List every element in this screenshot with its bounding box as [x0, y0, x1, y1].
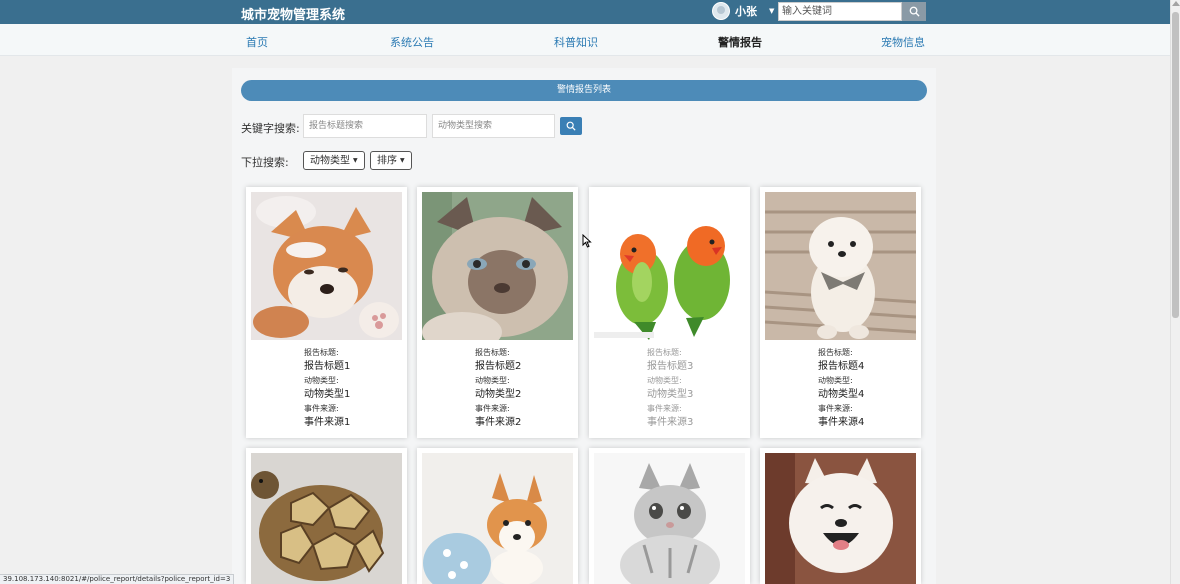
nav-pet-info[interactable]: 宠物信息 [881, 34, 925, 50]
search-button[interactable] [902, 2, 926, 21]
source-label: 事件来源: [647, 404, 682, 413]
keyword-search-label: 关键字搜索: [241, 122, 300, 135]
search-icon [909, 6, 920, 17]
pet-photo[interactable] [422, 192, 573, 340]
pet-photo[interactable] [251, 453, 402, 584]
pet-photo[interactable] [594, 192, 745, 340]
global-search [778, 2, 926, 21]
chevron-down-icon: ▼ [353, 157, 358, 164]
search-input[interactable] [778, 2, 902, 21]
source-label: 事件来源: [304, 404, 339, 413]
animal-type: 动物类型4 [818, 389, 865, 400]
pet-photo[interactable] [594, 453, 745, 584]
animal-type: 动物类型2 [475, 389, 522, 400]
report-title: 报告标题1 [304, 361, 351, 372]
user-name[interactable]: 小张 [735, 3, 757, 19]
source-label: 事件来源: [818, 404, 853, 413]
title-label: 报告标题: [647, 348, 682, 357]
kitten-image [594, 453, 745, 584]
chevron-down-icon: ▼ [400, 157, 405, 164]
report-title: 报告标题3 [647, 361, 694, 372]
mouse-cursor-icon [582, 234, 592, 248]
main-nav: 首页 系统公告 科普知识 警情报告 宠物信息 [0, 24, 1170, 56]
title-label: 报告标题: [475, 348, 510, 357]
report-card[interactable] [589, 448, 750, 584]
report-title: 报告标题2 [475, 361, 522, 372]
search-icon [566, 121, 576, 131]
report-card[interactable] [760, 448, 921, 584]
card-info: 报告标题: 报告标题3 动物类型: 动物类型3 事件来源: 事件来源3 [647, 347, 747, 431]
type-label: 动物类型: [818, 376, 853, 385]
corgi-puppy-image [422, 453, 573, 584]
source-label: 事件来源: [475, 404, 510, 413]
app-title: 城市宠物管理系统 [241, 8, 346, 23]
nav-home[interactable]: 首页 [246, 34, 268, 50]
samoyed-dog-image [765, 453, 916, 584]
avatar[interactable] [712, 2, 730, 20]
report-card[interactable]: 报告标题: 报告标题1 动物类型: 动物类型1 事件来源: 事件来源1 [246, 187, 407, 438]
animal-type: 动物类型1 [304, 389, 351, 400]
card-info: 报告标题: 报告标题2 动物类型: 动物类型2 事件来源: 事件来源2 [475, 347, 575, 431]
lovebird-parrots-image [594, 192, 745, 340]
pomeranian-dog-image [765, 192, 916, 340]
pet-photo[interactable] [422, 453, 573, 584]
event-source: 事件来源1 [304, 417, 351, 428]
type-label: 动物类型: [475, 376, 510, 385]
event-source: 事件来源2 [475, 417, 522, 428]
pet-photo[interactable] [765, 453, 916, 584]
status-bar-url: 39.108.173.140:8021/#/police_report/deta… [0, 574, 235, 584]
type-label: 动物类型: [304, 376, 339, 385]
event-source: 事件来源3 [647, 417, 694, 428]
type-search-input[interactable] [432, 114, 555, 138]
card-info: 报告标题: 报告标题4 动物类型: 动物类型4 事件来源: 事件来源4 [818, 347, 918, 431]
pet-photo[interactable] [251, 192, 402, 340]
chevron-down-icon[interactable]: ▼ [769, 7, 774, 15]
nav-announcements[interactable]: 系统公告 [390, 34, 434, 50]
event-source: 事件来源4 [818, 417, 865, 428]
top-bar: 城市宠物管理系统 小张 ▼ [0, 0, 1170, 24]
nav-science[interactable]: 科普知识 [554, 34, 598, 50]
report-card[interactable] [417, 448, 578, 584]
report-card[interactable]: 报告标题: 报告标题4 动物类型: 动物类型4 事件来源: 事件来源4 [760, 187, 921, 438]
animal-type: 动物类型3 [647, 389, 694, 400]
animal-type-dropdown[interactable]: 动物类型 ▼ [303, 151, 365, 170]
animal-type-dropdown-label: 动物类型 [310, 155, 350, 167]
tortoise-image [251, 453, 402, 584]
nav-police-report[interactable]: 警情报告 [718, 34, 762, 50]
page-scrollbar[interactable] [1170, 0, 1180, 584]
report-title: 报告标题4 [818, 361, 865, 372]
siamese-cat-image [422, 192, 573, 340]
card-info: 报告标题: 报告标题1 动物类型: 动物类型1 事件来源: 事件来源1 [304, 347, 404, 431]
title-label: 报告标题: [818, 348, 853, 357]
report-card[interactable] [246, 448, 407, 584]
dropdown-search-label: 下拉搜索: [241, 156, 289, 169]
scroll-up-icon[interactable] [1172, 1, 1180, 6]
report-card[interactable]: 报告标题: 报告标题3 动物类型: 动物类型3 事件来源: 事件来源3 [589, 187, 750, 438]
title-label: 报告标题: [304, 348, 339, 357]
pet-photo[interactable] [765, 192, 916, 340]
filter-search-button[interactable] [560, 117, 582, 135]
report-card[interactable]: 报告标题: 报告标题2 动物类型: 动物类型2 事件来源: 事件来源2 [417, 187, 578, 438]
scroll-thumb[interactable] [1172, 12, 1179, 318]
title-search-input[interactable] [303, 114, 427, 138]
type-label: 动物类型: [647, 376, 682, 385]
sort-dropdown-label: 排序 [377, 155, 397, 167]
shiba-dog-image [251, 192, 402, 340]
user-menu[interactable]: 小张 ▼ [712, 2, 774, 20]
sort-dropdown[interactable]: 排序 ▼ [370, 151, 412, 170]
list-title: 警情报告列表 [241, 80, 927, 101]
